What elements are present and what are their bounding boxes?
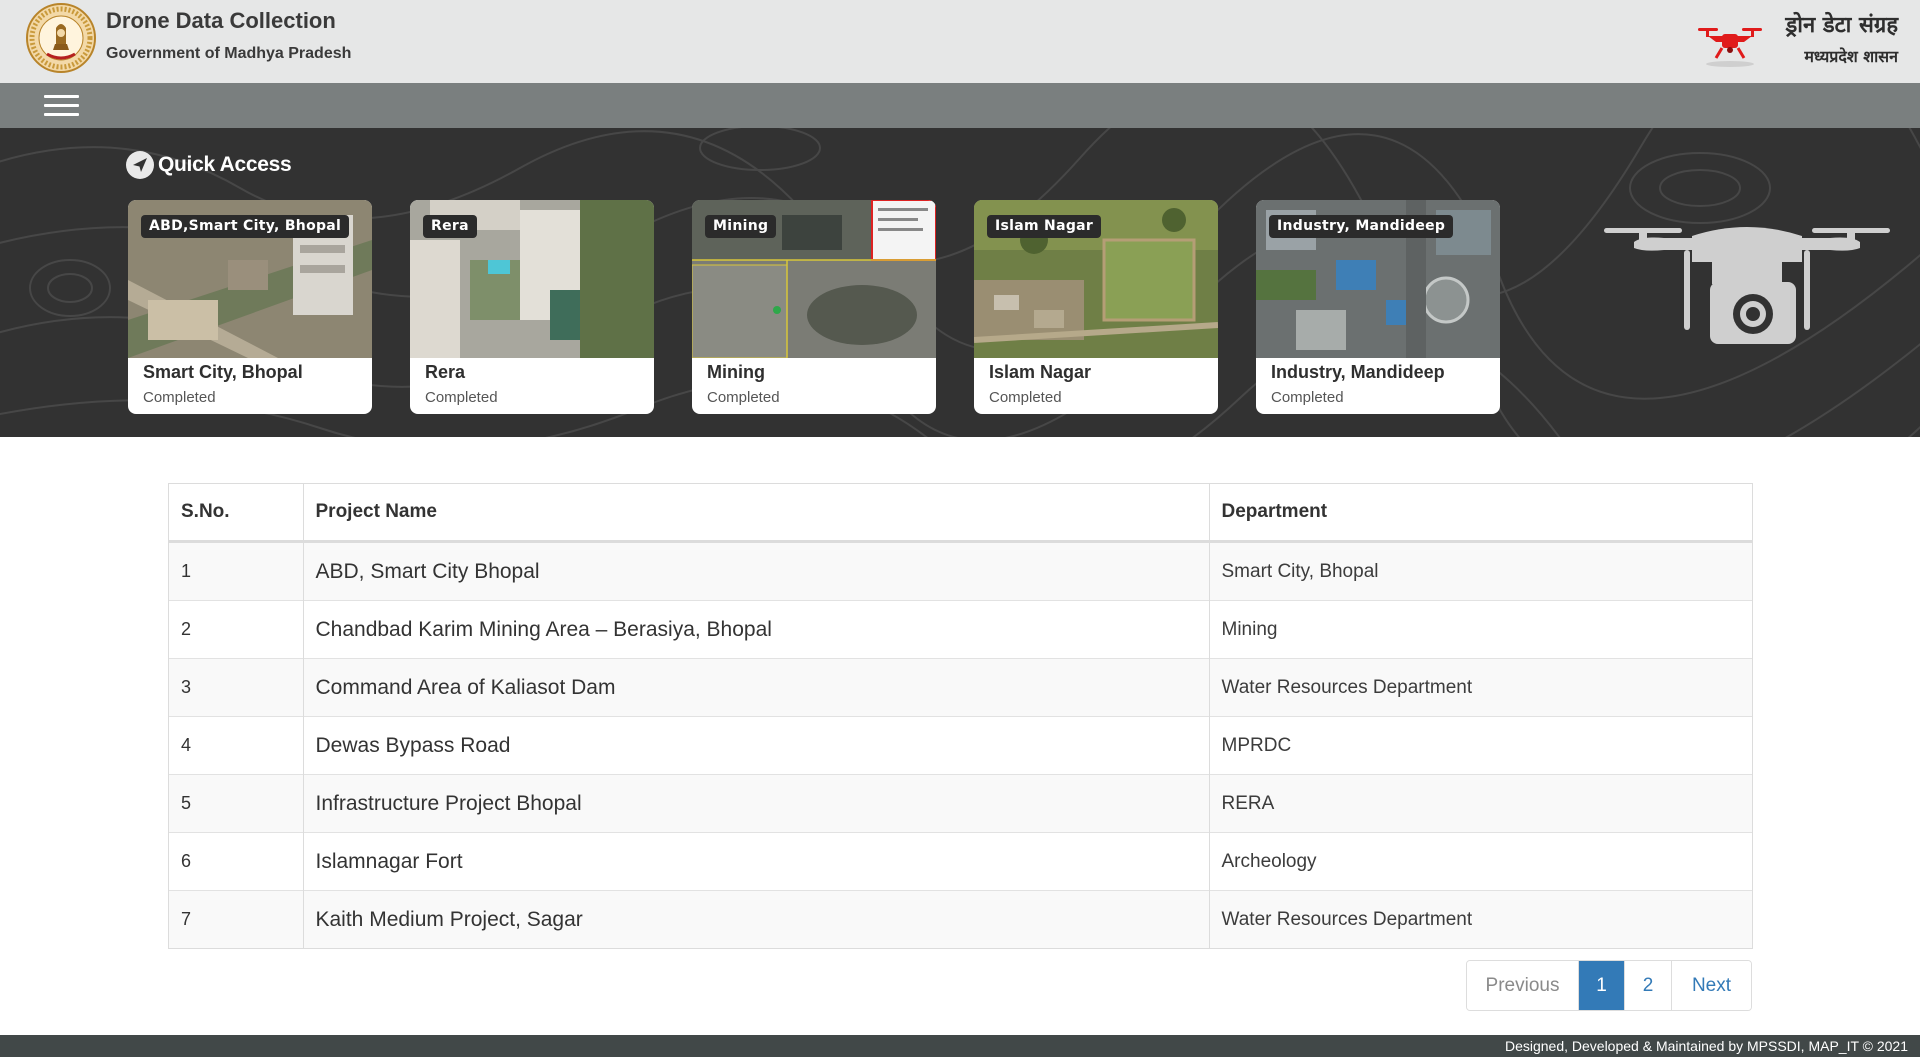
card-title: Smart City, Bhopal	[143, 362, 303, 382]
quick-access-heading: Quick Access	[126, 150, 292, 180]
drone-camera-icon	[1604, 227, 1890, 344]
cell-project-name[interactable]: Islamnagar Fort	[303, 832, 1210, 891]
projects-table: S.No. Project Name Department 1 ABD, Sma…	[168, 483, 1753, 949]
table-row[interactable]: 4 Dewas Bypass Road MPRDC	[169, 716, 1752, 775]
table-row[interactable]: 2 Chandbad Karim Mining Area – Berasiya,…	[169, 600, 1752, 659]
cell-project-name[interactable]: Command Area of Kaliasot Dam	[303, 658, 1210, 717]
quick-access-section: Quick Access ABD,Smart City, Bhopal Smar…	[0, 128, 1920, 437]
cell-sno: 5	[169, 774, 304, 833]
table-header-row: S.No. Project Name Department	[169, 484, 1752, 543]
cell-department: Water Resources Department	[1209, 658, 1752, 717]
cell-sno: 1	[169, 541, 304, 601]
card-mining[interactable]: Mining Mining Completed	[692, 200, 936, 414]
card-badge: ABD,Smart City, Bhopal	[141, 215, 350, 238]
cell-department: Smart City, Bhopal	[1209, 541, 1752, 601]
footer-credits: Designed, Developed & Maintained by MPSS…	[1504, 1038, 1908, 1054]
site-subtitle: Government of Madhya Pradesh	[106, 45, 352, 62]
card-rera[interactable]: Rera Rera Completed	[410, 200, 654, 414]
hindi-site-subtitle: मध्यप्रदेश शासन	[1804, 47, 1898, 66]
card-title: Rera	[425, 362, 466, 382]
column-header-department[interactable]: Department	[1209, 484, 1752, 543]
cell-department: MPRDC	[1209, 716, 1752, 775]
cell-sno: 4	[169, 716, 304, 775]
pagination-page-1-button[interactable]: 1	[1578, 961, 1624, 1010]
column-header-project-name[interactable]: Project Name	[303, 484, 1210, 543]
cell-sno: 6	[169, 832, 304, 891]
nav-bar	[0, 83, 1920, 128]
card-islam-nagar[interactable]: Islam Nagar Islam Nagar Completed	[974, 200, 1218, 414]
header-bar: Drone Data Collection Government of Madh…	[0, 0, 1920, 83]
quick-access-title: Quick Access	[158, 153, 292, 176]
table-row[interactable]: 5 Infrastructure Project Bhopal RERA	[169, 774, 1752, 833]
pagination-next-button[interactable]: Next	[1671, 961, 1751, 1010]
card-title: Mining	[707, 362, 765, 382]
cell-sno: 7	[169, 890, 304, 948]
card-status: Completed	[143, 389, 216, 406]
card-status: Completed	[425, 389, 498, 406]
mp-government-emblem-icon	[26, 3, 96, 73]
pagination-page-2-button[interactable]: 2	[1624, 961, 1671, 1010]
card-status: Completed	[707, 389, 780, 406]
cell-project-name[interactable]: Dewas Bypass Road	[303, 716, 1210, 775]
cell-project-name[interactable]: Infrastructure Project Bhopal	[303, 774, 1210, 833]
cell-department: Mining	[1209, 600, 1752, 659]
table-row[interactable]: 6 Islamnagar Fort Archeology	[169, 832, 1752, 891]
footer: Designed, Developed & Maintained by MPSS…	[0, 1035, 1920, 1057]
table-row[interactable]: 3 Command Area of Kaliasot Dam Water Res…	[169, 658, 1752, 717]
card-title: Islam Nagar	[989, 362, 1092, 382]
table-row[interactable]: 7 Kaith Medium Project, Sagar Water Reso…	[169, 890, 1752, 948]
site-title: Drone Data Collection	[106, 8, 336, 33]
pagination-previous-button[interactable]: Previous	[1467, 961, 1578, 1010]
cell-sno: 3	[169, 658, 304, 717]
card-badge: Industry, Mandideep	[1269, 215, 1454, 238]
cell-project-name[interactable]: Kaith Medium Project, Sagar	[303, 890, 1210, 948]
card-badge: Islam Nagar	[987, 215, 1102, 238]
card-badge: Mining	[705, 215, 777, 238]
column-header-sno[interactable]: S.No.	[169, 484, 304, 543]
send-arrow-icon	[126, 151, 154, 179]
card-industry-mandideep[interactable]: Industry, Mandideep Industry, Mandideep …	[1256, 200, 1500, 414]
cell-project-name[interactable]: Chandbad Karim Mining Area – Berasiya, B…	[303, 600, 1210, 659]
cell-sno: 2	[169, 600, 304, 659]
card-status: Completed	[1271, 389, 1344, 406]
hindi-site-title: ड्रोन डेटा संग्रह	[1785, 13, 1898, 38]
card-status: Completed	[989, 389, 1062, 406]
cell-department: Water Resources Department	[1209, 890, 1752, 948]
card-badge: Rera	[423, 215, 477, 238]
table-row[interactable]: 1 ABD, Smart City Bhopal Smart City, Bho…	[169, 541, 1752, 601]
cell-department: RERA	[1209, 774, 1752, 833]
card-smart-city[interactable]: ABD,Smart City, Bhopal Smart City, Bhopa…	[128, 200, 372, 414]
cell-project-name[interactable]: ABD, Smart City Bhopal	[303, 541, 1210, 601]
hamburger-menu-icon[interactable]	[44, 95, 79, 117]
pagination: Previous 1 2 Next	[1466, 960, 1752, 1011]
drone-logo-icon	[1698, 28, 1762, 67]
card-title: Industry, Mandideep	[1271, 362, 1445, 382]
cell-department: Archeology	[1209, 832, 1752, 891]
